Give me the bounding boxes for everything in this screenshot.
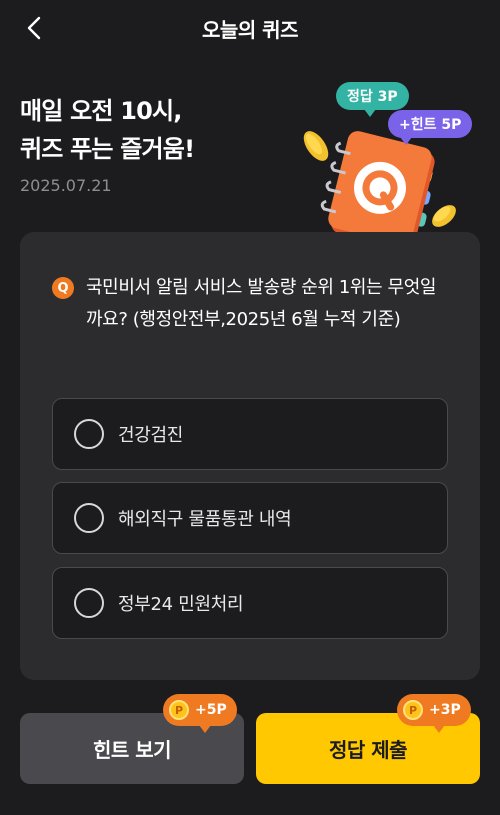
hint-points-bubble: +힌트 5P — [388, 110, 473, 145]
answer-points-bubble: 정답 3P — [336, 82, 409, 117]
point-coin-icon: P — [169, 700, 189, 720]
answer-option-label: 정부24 민원처리 — [118, 594, 244, 615]
hint-reward-badge: P +5P — [163, 694, 237, 733]
submit-reward-text: +3P — [429, 702, 461, 718]
hero-headline-line1: 매일 오전 10시, — [20, 97, 182, 125]
quiz-illustration: 정답 3P +힌트 5P — [290, 70, 480, 250]
answer-option-label: 해외직구 물품통관 내역 — [118, 509, 292, 530]
submit-reward-badge: P +3P — [397, 694, 471, 733]
back-button[interactable] — [20, 14, 48, 42]
radio-circle-icon[interactable] — [74, 503, 104, 533]
radio-circle-icon[interactable] — [74, 588, 104, 618]
question-row: Q 국민비서 알림 서비스 발송량 순위 1위는 무엇일까요? (행정안전부,2… — [52, 272, 452, 336]
quiz-date: 2025.07.21 — [20, 176, 112, 195]
question-text: 국민비서 알림 서비스 발송량 순위 1위는 무엇일까요? (행정안전부,202… — [86, 277, 437, 330]
hero-headline-line2: 퀴즈 푸는 즐거움! — [20, 135, 195, 163]
hint-reward-text: +5P — [195, 702, 227, 718]
answer-option-3[interactable]: 정부24 민원처리 — [52, 567, 448, 639]
header: 오늘의 퀴즈 — [0, 0, 500, 56]
radio-circle-icon[interactable] — [74, 419, 104, 449]
answer-option-1[interactable]: 건강검진 — [52, 398, 448, 470]
page-title: 오늘의 퀴즈 — [202, 17, 298, 42]
quiz-card: Q 국민비서 알림 서비스 발송량 순위 1위는 무엇일까요? (행정안전부,2… — [20, 232, 480, 680]
question-badge-icon: Q — [52, 277, 74, 299]
answer-option-2[interactable]: 해외직구 물품통관 내역 — [52, 482, 448, 554]
answer-option-label: 건강검진 — [118, 425, 184, 446]
point-coin-icon: P — [403, 700, 423, 720]
chevron-left-icon — [27, 16, 41, 40]
